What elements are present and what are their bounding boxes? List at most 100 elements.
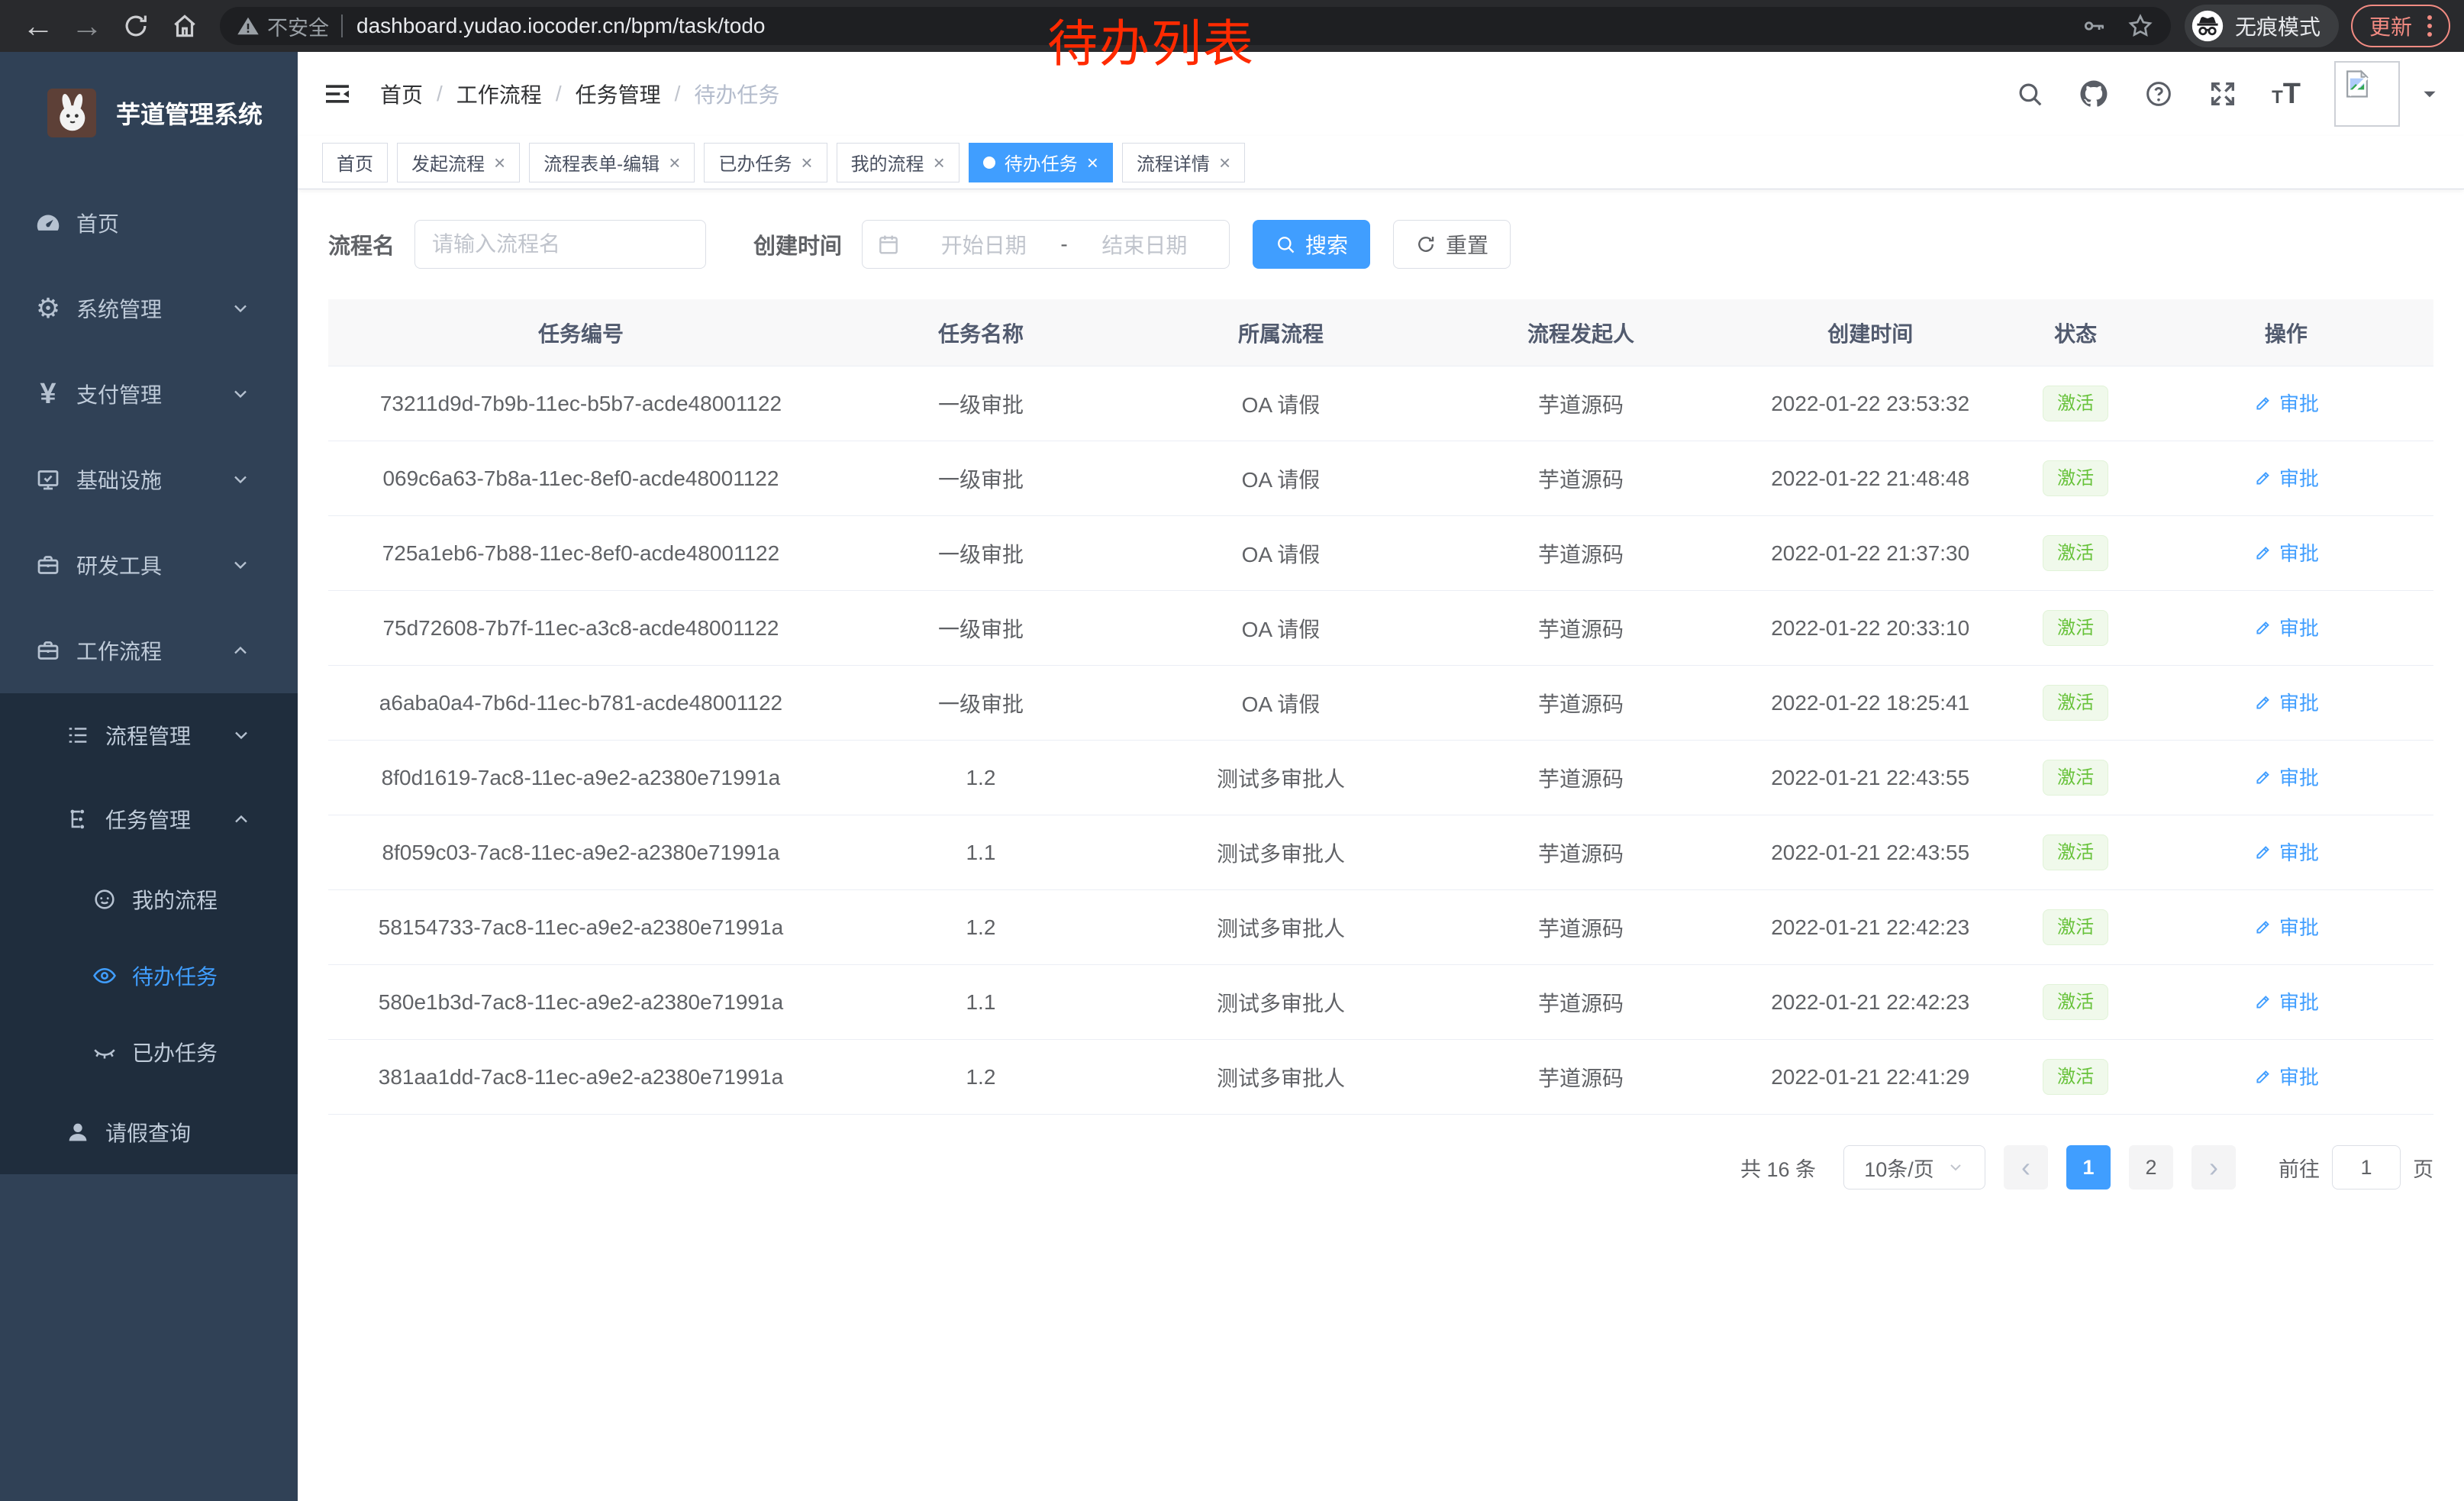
close-icon[interactable]: × [801,153,812,173]
search-button[interactable]: 搜索 [1253,220,1370,269]
approve-link[interactable]: 审批 [2253,987,2319,1015]
task-process: 测试多审批人 [1128,1062,1434,1093]
table-row: 069c6a63-7b8a-11ec-8ef0-acde48001122 一级审… [328,441,2433,516]
flow-tree-icon [61,806,95,832]
breadcrumb-item[interactable]: 任务管理 [576,79,661,109]
sidebar-item-infra[interactable]: 基础设施 [0,437,298,522]
approve-link[interactable]: 审批 [2253,912,2319,941]
github-icon[interactable] [2078,78,2110,110]
tab-home[interactable]: 首页 [322,143,388,182]
active-dot-icon [983,157,995,169]
next-page-button[interactable]: › [2191,1145,2236,1190]
sidebar-item-process-mgmt[interactable]: 流程管理 [0,693,298,777]
end-date-input[interactable]: 结束日期 [1074,229,1215,260]
sidebar-item-system[interactable]: ⚙ 系统管理 [0,266,298,351]
fullscreen-icon[interactable] [2208,79,2238,109]
filter-form: 流程名 创建时间 开始日期 - 结束日期 搜索 [328,220,2433,269]
url-text: dashboard.yudao.iocoder.cn/bpm/task/todo [356,14,765,38]
approve-link[interactable]: 审批 [2253,538,2319,567]
task-id: 8f059c03-7ac8-11ec-a9e2-a2380e71991a [328,841,834,865]
date-range-picker[interactable]: 开始日期 - 结束日期 [862,220,1230,269]
face-icon [88,886,121,912]
sidebar-fold-icon[interactable] [322,79,353,109]
sidebar-item-dev[interactable]: 研发工具 [0,522,298,608]
table-header: 任务编号 任务名称 所属流程 流程发起人 创建时间 状态 操作 [328,299,2433,366]
help-icon[interactable] [2143,79,2174,109]
tab-label: 待办任务 [1005,149,1078,176]
user-avatar[interactable] [2334,61,2400,127]
eye-closed-icon [88,1039,121,1065]
sidebar-item-my-process[interactable]: 我的流程 [0,861,298,938]
home-icon[interactable] [160,5,209,47]
update-label: 更新 [2369,11,2412,41]
task-starter: 芋道源码 [1434,613,1728,644]
sidebar-item-label: 支付管理 [76,379,162,409]
search-icon[interactable] [2015,79,2044,108]
task-created: 2022-01-22 23:53:32 [1728,392,2012,416]
tab-my-process[interactable]: 我的流程 × [837,143,959,182]
close-icon[interactable]: × [669,153,680,173]
close-icon[interactable]: × [934,153,945,173]
sidebar-item-leave-query[interactable]: 请假查询 [0,1090,298,1174]
reload-icon[interactable] [111,5,160,47]
sidebar-item-done-task[interactable]: 已办任务 [0,1014,298,1090]
page-size-select[interactable]: 10条/页 [1843,1145,1985,1190]
sidebar-item-home[interactable]: 首页 [0,180,298,266]
tab-process-detail[interactable]: 流程详情 × [1122,143,1245,182]
sidebar-item-todo-task[interactable]: 待办任务 [0,938,298,1014]
sidebar-item-task-mgmt[interactable]: 任务管理 [0,777,298,861]
table-row: 58154733-7ac8-11ec-a9e2-a2380e71991a 1.2… [328,890,2433,965]
approve-link[interactable]: 审批 [2253,1062,2319,1090]
prev-page-button[interactable]: ‹ [2004,1145,2048,1190]
approve-link[interactable]: 审批 [2253,613,2319,641]
forward-icon[interactable]: → [63,5,111,47]
col-starter: 流程发起人 [1434,318,1728,348]
page-button-1[interactable]: 1 [2066,1145,2111,1190]
approve-link[interactable]: 审批 [2253,763,2319,791]
approve-link[interactable]: 审批 [2253,463,2319,492]
col-task-name: 任务名称 [834,318,1128,348]
tab-process-form-edit[interactable]: 流程表单-编辑 × [529,143,695,182]
tab-done-task[interactable]: 已办任务 × [704,143,827,182]
approve-link[interactable]: 审批 [2253,389,2319,417]
key-icon[interactable] [2081,13,2107,39]
start-date-input[interactable]: 开始日期 [913,229,1054,260]
tab-label: 发起流程 [411,149,485,176]
close-icon[interactable]: × [1087,153,1098,173]
pagination: 共 16 条 10条/页 ‹ 1 2 › 前往 页 [328,1145,2433,1190]
goto-page-input[interactable] [2332,1145,2401,1190]
bookmark-star-icon[interactable] [2127,12,2154,40]
avatar-caret-icon[interactable] [2420,84,2440,104]
approve-link[interactable]: 审批 [2253,688,2319,716]
breadcrumb-item[interactable]: 首页 [380,79,423,109]
process-name-input[interactable] [414,220,706,269]
reset-button[interactable]: 重置 [1393,220,1511,269]
font-size-icon[interactable]: TT [2272,78,2301,111]
task-name: 一级审批 [834,688,1128,718]
browser-menu-icon[interactable] [2424,12,2435,40]
page-button-2[interactable]: 2 [2129,1145,2173,1190]
close-icon[interactable]: × [1219,153,1230,173]
task-name: 1.1 [834,990,1128,1015]
sidebar-item-workflow[interactable]: 工作流程 [0,608,298,693]
task-name: 1.2 [834,915,1128,940]
sidebar-item-pay[interactable]: ¥ 支付管理 [0,351,298,437]
close-icon[interactable]: × [494,153,505,173]
chevron-down-icon [223,469,258,490]
edit-pencil-icon [2253,468,2273,488]
url-divider [341,15,343,37]
approve-link[interactable]: 审批 [2253,838,2319,866]
back-icon[interactable]: ← [14,5,63,47]
tab-todo-task[interactable]: 待办任务 × [969,143,1113,182]
breadcrumb-item[interactable]: 工作流程 [456,79,542,109]
tab-start-process[interactable]: 发起流程 × [397,143,520,182]
sidebar-item-label: 流程管理 [105,720,191,750]
list-icon [61,722,95,748]
sidebar-item-label: 基础设施 [76,464,162,495]
task-created: 2022-01-22 21:37:30 [1728,541,2012,566]
task-id: a6aba0a4-7b6d-11ec-b781-acde48001122 [328,691,834,715]
col-create-time: 创建时间 [1728,318,2012,348]
update-button[interactable]: 更新 [2351,5,2450,47]
search-icon [1275,234,1296,255]
task-name: 1.1 [834,841,1128,865]
